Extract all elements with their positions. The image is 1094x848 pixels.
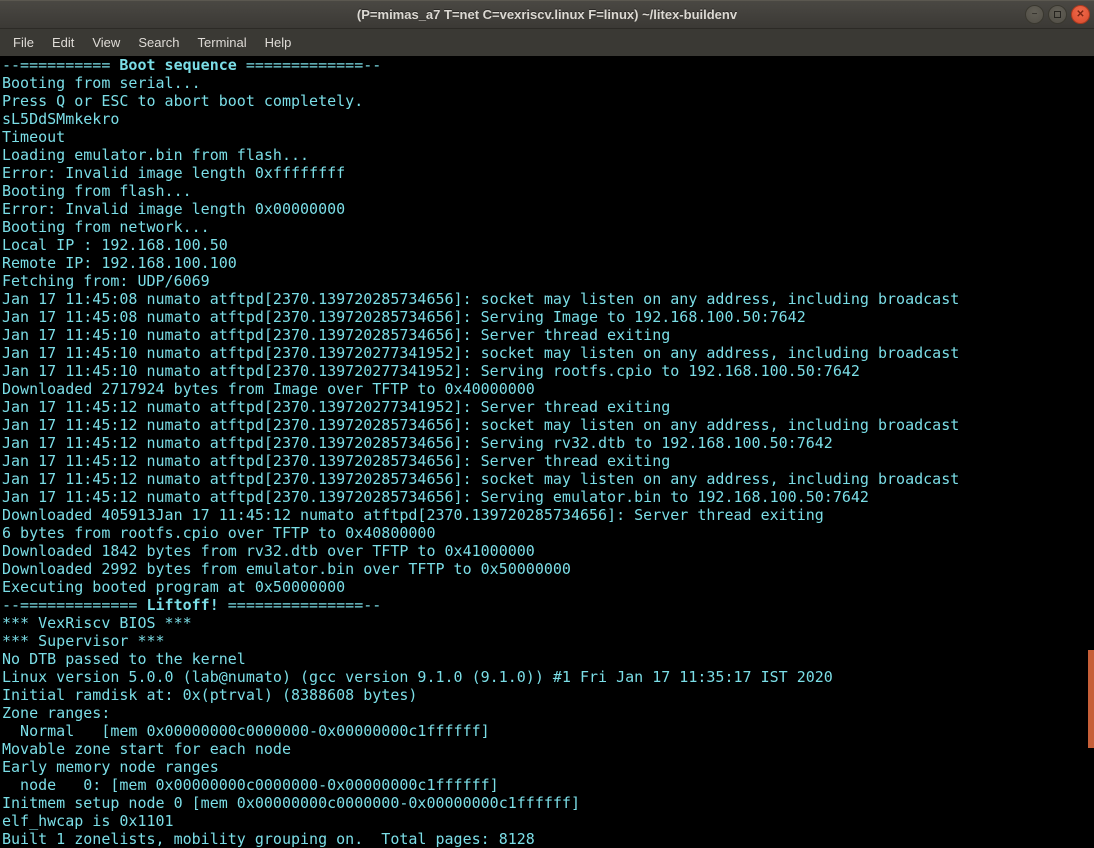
terminal-line: Early memory node ranges: [0, 758, 1094, 776]
terminal-line: *** Supervisor ***: [0, 632, 1094, 650]
terminal-line: Jan 17 11:45:10 numato atftpd[2370.13972…: [0, 362, 1094, 380]
terminal-line: Downloaded 1842 bytes from rv32.dtb over…: [0, 542, 1094, 560]
terminal-line: Booting from network...: [0, 218, 1094, 236]
terminal-line: --========== Boot sequence =============…: [0, 56, 1094, 74]
terminal-line: elf_hwcap is 0x1101: [0, 812, 1094, 830]
terminal-line: Error: Invalid image length 0xffffffff: [0, 164, 1094, 182]
close-icon: ✕: [1076, 10, 1084, 20]
terminal-line: Loading emulator.bin from flash...: [0, 146, 1094, 164]
terminal-line: Jan 17 11:45:10 numato atftpd[2370.13972…: [0, 344, 1094, 362]
terminal-line: Booting from serial...: [0, 74, 1094, 92]
terminal-line: Initmem setup node 0 [mem 0x00000000c000…: [0, 794, 1094, 812]
terminal-line: Local IP : 192.168.100.50: [0, 236, 1094, 254]
terminal-line: Built 1 zonelists, mobility grouping on.…: [0, 830, 1094, 848]
maximize-button[interactable]: [1048, 5, 1067, 24]
terminal-line: Downloaded 2717924 bytes from Image over…: [0, 380, 1094, 398]
scrollbar-thumb[interactable]: [1088, 650, 1094, 748]
terminal-line: Jan 17 11:45:10 numato atftpd[2370.13972…: [0, 326, 1094, 344]
terminal-line: Linux version 5.0.0 (lab@numato) (gcc ve…: [0, 668, 1094, 686]
terminal-output[interactable]: --========== Boot sequence =============…: [0, 56, 1094, 848]
terminal-line: 6 bytes from rootfs.cpio over TFTP to 0x…: [0, 524, 1094, 542]
window-controls: −✕: [1025, 5, 1090, 24]
menu-item-terminal[interactable]: Terminal: [189, 30, 256, 55]
terminal-line: *** VexRiscv BIOS ***: [0, 614, 1094, 632]
terminal-line: Executing booted program at 0x50000000: [0, 578, 1094, 596]
terminal-line: Jan 17 11:45:08 numato atftpd[2370.13972…: [0, 290, 1094, 308]
terminal-line: sL5DdSMmkekro: [0, 110, 1094, 128]
minimize-icon: −: [1032, 10, 1038, 20]
terminal-line: Fetching from: UDP/6069: [0, 272, 1094, 290]
terminal-line: --============= Liftoff! ===============…: [0, 596, 1094, 614]
terminal-line: Jan 17 11:45:12 numato atftpd[2370.13972…: [0, 434, 1094, 452]
close-button[interactable]: ✕: [1071, 5, 1090, 24]
terminal-line: No DTB passed to the kernel: [0, 650, 1094, 668]
terminal-line: Initial ramdisk at: 0x(ptrval) (8388608 …: [0, 686, 1094, 704]
terminal-line: Jan 17 11:45:12 numato atftpd[2370.13972…: [0, 398, 1094, 416]
menu-item-help[interactable]: Help: [256, 30, 301, 55]
terminal-line: Error: Invalid image length 0x00000000: [0, 200, 1094, 218]
menu-item-search[interactable]: Search: [129, 30, 188, 55]
menu-item-file[interactable]: File: [4, 30, 43, 55]
terminal-line: Jan 17 11:45:08 numato atftpd[2370.13972…: [0, 308, 1094, 326]
terminal-line: Jan 17 11:45:12 numato atftpd[2370.13972…: [0, 416, 1094, 434]
terminal-line: Remote IP: 192.168.100.100: [0, 254, 1094, 272]
terminal-line: node 0: [mem 0x00000000c0000000-0x000000…: [0, 776, 1094, 794]
maximize-icon: [1054, 11, 1061, 18]
terminal-line: Zone ranges:: [0, 704, 1094, 722]
terminal-line: Press Q or ESC to abort boot completely.: [0, 92, 1094, 110]
terminal-line: Jan 17 11:45:12 numato atftpd[2370.13972…: [0, 470, 1094, 488]
minimize-button[interactable]: −: [1025, 5, 1044, 24]
window-title: (P=mimas_a7 T=net C=vexriscv.linux F=lin…: [0, 7, 1094, 22]
terminal-line: Movable zone start for each node: [0, 740, 1094, 758]
titlebar[interactable]: (P=mimas_a7 T=net C=vexriscv.linux F=lin…: [0, 0, 1094, 29]
terminal-line: Normal [mem 0x00000000c0000000-0x0000000…: [0, 722, 1094, 740]
terminal-line: Booting from flash...: [0, 182, 1094, 200]
terminal-line: Timeout: [0, 128, 1094, 146]
menubar: FileEditViewSearchTerminalHelp: [0, 29, 1094, 56]
terminal-line: Downloaded 2992 bytes from emulator.bin …: [0, 560, 1094, 578]
terminal-line: Jan 17 11:45:12 numato atftpd[2370.13972…: [0, 488, 1094, 506]
terminal-lines: --========== Boot sequence =============…: [0, 56, 1094, 848]
menu-item-view[interactable]: View: [83, 30, 129, 55]
terminal-line: Jan 17 11:45:12 numato atftpd[2370.13972…: [0, 452, 1094, 470]
terminal-line: Downloaded 405913Jan 17 11:45:12 numato …: [0, 506, 1094, 524]
menu-item-edit[interactable]: Edit: [43, 30, 83, 55]
